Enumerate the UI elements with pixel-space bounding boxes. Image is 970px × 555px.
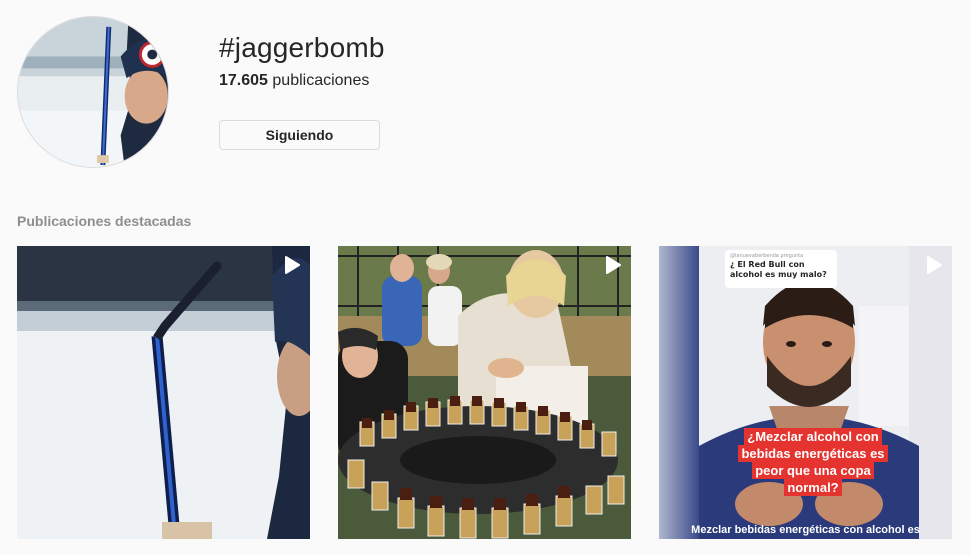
posts-count-label: publicaciones bbox=[272, 72, 370, 89]
play-icon bbox=[284, 256, 300, 274]
overlay-caption: ¿Mezclar alcohol con bebidas energéticas… bbox=[737, 428, 889, 496]
post-1-thumbnail bbox=[17, 246, 310, 539]
play-icon bbox=[926, 256, 942, 274]
hashtag-avatar bbox=[17, 16, 169, 168]
hashtag-title: #jaggerbomb bbox=[219, 32, 385, 63]
hockey-player-image bbox=[18, 17, 168, 167]
question-bubble-text: ¿ El Red Bull con alcohol es muy malo? bbox=[730, 260, 827, 279]
question-bubble-user: @lanuevaberbenda pregunta bbox=[730, 253, 804, 259]
profile-header: #jaggerbomb 17.605 publicaciones Siguien… bbox=[17, 16, 957, 168]
featured-post-1[interactable] bbox=[17, 246, 310, 539]
post-2-thumbnail bbox=[338, 246, 631, 539]
featured-posts-title: Publicaciones destacadas bbox=[17, 213, 192, 229]
featured-post-2[interactable] bbox=[338, 246, 631, 539]
question-bubble: @lanuevaberbenda pregunta ¿ El Red Bull … bbox=[725, 250, 837, 288]
posts-count: 17.605 publicaciones bbox=[219, 72, 369, 90]
following-button[interactable]: Siguiendo bbox=[219, 120, 380, 150]
featured-posts-grid: @lanuevaberbenda pregunta ¿ El Red Bull … bbox=[17, 246, 952, 539]
play-icon bbox=[605, 256, 621, 274]
featured-post-3[interactable]: @lanuevaberbenda pregunta ¿ El Red Bull … bbox=[659, 246, 952, 539]
video-subtitle: Mezclar bebidas energéticas con alcohol … bbox=[691, 524, 920, 536]
posts-count-number: 17.605 bbox=[219, 72, 268, 89]
